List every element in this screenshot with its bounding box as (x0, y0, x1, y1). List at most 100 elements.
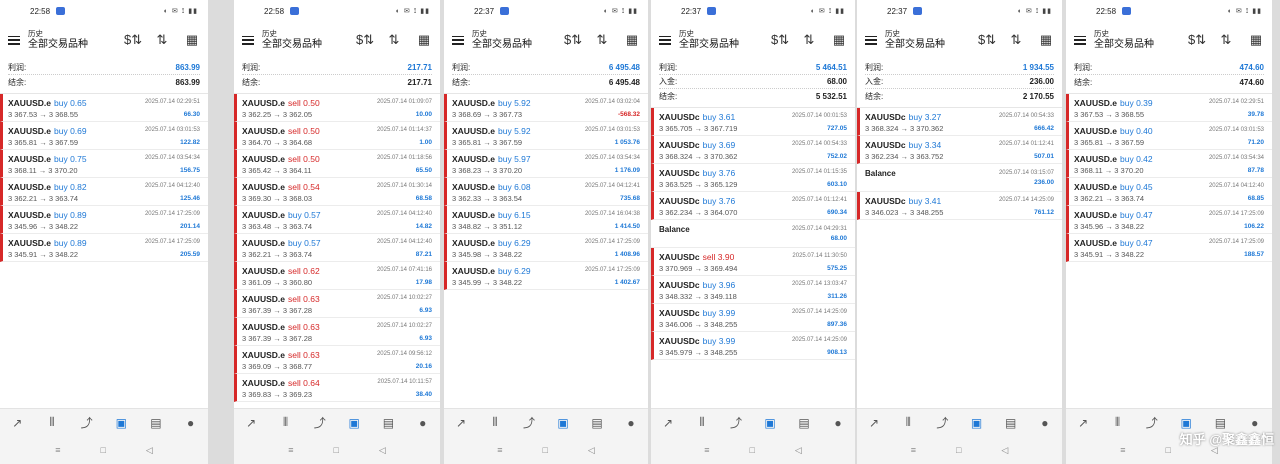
chart-tab-icon[interactable]: ⫴ (899, 415, 917, 430)
trade-row[interactable]: XAUUSDc buy 3.41 2025.07.14 14:25:09 3 346.… (857, 192, 1062, 220)
trade-row[interactable]: XAUUSDc buy 3.27 2025.07.14 00:54:33 3 368.… (857, 108, 1062, 136)
recents-icon[interactable]: ≡ (55, 445, 60, 455)
sort-icon[interactable]: ⇅ (1218, 32, 1234, 48)
chat-tab-icon[interactable]: ● (1246, 416, 1264, 430)
trade-row[interactable]: XAUUSD.e buy 0.69 2025.07.14 03:01:53 3 365… (0, 122, 208, 150)
calendar-icon[interactable]: ▦ (624, 32, 640, 48)
sort-icon[interactable]: ⇅ (801, 32, 817, 48)
sort-icon[interactable]: ⇅ (386, 32, 402, 48)
trade-row[interactable]: XAUUSD.e buy 6.08 2025.07.14 04:12:41 3 362… (444, 178, 648, 206)
sort-icon[interactable]: ⇅ (594, 32, 610, 48)
news-tab-icon[interactable]: ▤ (147, 416, 165, 430)
trade-tab-icon[interactable]: ⤴ (1143, 414, 1161, 431)
trade-row[interactable]: XAUUSDc buy 3.99 2025.07.14 14:25:09 3 345.… (651, 332, 855, 360)
chart-tab-icon[interactable]: ⫴ (693, 415, 711, 430)
quotes-tab-icon[interactable]: ↗ (452, 416, 470, 430)
trade-row[interactable]: XAUUSD.e buy 5.97 2025.07.14 03:54:34 3 368… (444, 150, 648, 178)
trade-row[interactable]: XAUUSD.e sell 0.50 2025.07.14 01:18:56 3 36… (234, 150, 440, 178)
quotes-tab-icon[interactable]: ↗ (1074, 416, 1092, 430)
trade-tab-icon[interactable]: ⤴ (727, 414, 745, 431)
trade-row[interactable]: XAUUSD.e buy 0.65 2025.07.14 02:29:51 3 367… (0, 94, 208, 122)
trade-row[interactable]: XAUUSD.e sell 0.64 2025.07.14 10:11:57 3 36… (234, 374, 440, 402)
calendar-icon[interactable]: ▦ (1038, 32, 1054, 48)
recents-icon[interactable]: ≡ (497, 445, 502, 455)
balance-row[interactable]: Balance 2025.07.14 04:29:31 68.00 (651, 220, 855, 248)
calendar-icon[interactable]: ▦ (184, 32, 200, 48)
trade-row[interactable]: XAUUSDc buy 3.96 2025.07.14 13:03:47 3 348.… (651, 276, 855, 304)
recents-icon[interactable]: ≡ (1120, 445, 1125, 455)
trade-row[interactable]: XAUUSD.e sell 0.62 2025.07.14 07:41:16 3 36… (234, 262, 440, 290)
home-icon[interactable]: □ (749, 445, 754, 455)
chart-tab-icon[interactable]: ⫴ (486, 415, 504, 430)
trade-row[interactable]: XAUUSD.e sell 0.50 2025.07.14 01:09:07 3 36… (234, 94, 440, 122)
currency-sort-icon[interactable]: $⇅ (1188, 32, 1206, 48)
trade-row[interactable]: XAUUSD.e buy 0.47 2025.07.14 17:25:09 3 345… (1066, 206, 1272, 234)
back-icon[interactable]: ◁ (1001, 445, 1008, 456)
trade-row[interactable]: XAUUSDc buy 3.61 2025.07.14 00:01:53 3 365.… (651, 108, 855, 136)
currency-sort-icon[interactable]: $⇅ (771, 32, 789, 48)
trade-row[interactable]: XAUUSD.e buy 0.82 2025.07.14 04:12:40 3 362… (0, 178, 208, 206)
trade-row[interactable]: XAUUSD.e buy 5.92 2025.07.14 03:01:53 3 365… (444, 122, 648, 150)
calendar-icon[interactable]: ▦ (1248, 32, 1264, 48)
quotes-tab-icon[interactable]: ↗ (242, 416, 260, 430)
sort-icon[interactable]: ⇅ (1008, 32, 1024, 48)
menu-icon[interactable] (452, 35, 464, 45)
trade-row[interactable]: XAUUSD.e buy 0.40 2025.07.14 03:01:53 3 365… (1066, 122, 1272, 150)
history-tab-icon[interactable]: ▣ (554, 416, 572, 430)
home-icon[interactable]: □ (333, 445, 338, 455)
back-icon[interactable]: ◁ (146, 445, 153, 456)
history-tab-icon[interactable]: ▣ (1177, 416, 1195, 430)
chart-tab-icon[interactable]: ⫴ (1108, 415, 1126, 430)
chat-tab-icon[interactable]: ● (414, 416, 432, 430)
trade-row[interactable]: XAUUSD.e buy 0.89 2025.07.14 17:25:09 3 345… (0, 206, 208, 234)
chat-tab-icon[interactable]: ● (622, 416, 640, 430)
news-tab-icon[interactable]: ▤ (795, 416, 813, 430)
trade-row[interactable]: XAUUSD.e buy 6.15 2025.07.14 16:04:38 3 348… (444, 206, 648, 234)
sort-icon[interactable]: ⇅ (154, 32, 170, 48)
quotes-tab-icon[interactable]: ↗ (865, 416, 883, 430)
trade-row[interactable]: XAUUSDc buy 3.76 2025.07.14 01:15:35 3 363.… (651, 164, 855, 192)
chat-tab-icon[interactable]: ● (182, 416, 200, 430)
home-icon[interactable]: □ (542, 445, 547, 455)
trade-row[interactable]: XAUUSDc buy 3.34 2025.07.14 01:12:41 3 362.… (857, 136, 1062, 164)
trade-row[interactable]: XAUUSD.e buy 0.57 2025.07.14 04:12:40 3 363… (234, 206, 440, 234)
calendar-icon[interactable]: ▦ (416, 32, 432, 48)
chart-tab-icon[interactable]: ⫴ (43, 415, 61, 430)
back-icon[interactable]: ◁ (795, 445, 802, 456)
trade-row[interactable]: XAUUSD.e buy 0.57 2025.07.14 04:12:40 3 362… (234, 234, 440, 262)
trade-row[interactable]: XAUUSDc sell 3.90 2025.07.14 11:30:50 3 370… (651, 248, 855, 276)
home-icon[interactable]: □ (1165, 445, 1170, 455)
quotes-tab-icon[interactable]: ↗ (8, 416, 26, 430)
trade-row[interactable]: XAUUSD.e sell 0.63 2025.07.14 10:02:27 3 36… (234, 318, 440, 346)
trade-row[interactable]: XAUUSDc buy 3.76 2025.07.14 01:12:41 3 362.… (651, 192, 855, 220)
back-icon[interactable]: ◁ (588, 445, 595, 456)
news-tab-icon[interactable]: ▤ (588, 416, 606, 430)
trade-row[interactable]: XAUUSD.e sell 0.54 2025.07.14 01:30:14 3 36… (234, 178, 440, 206)
menu-icon[interactable] (865, 35, 877, 45)
news-tab-icon[interactable]: ▤ (1211, 416, 1229, 430)
trade-tab-icon[interactable]: ⤴ (933, 414, 951, 431)
currency-sort-icon[interactable]: $⇅ (978, 32, 996, 48)
history-tab-icon[interactable]: ▣ (345, 416, 363, 430)
chat-tab-icon[interactable]: ● (829, 416, 847, 430)
calendar-icon[interactable]: ▦ (831, 32, 847, 48)
menu-icon[interactable] (242, 35, 254, 45)
currency-sort-icon[interactable]: $⇅ (124, 32, 142, 48)
history-tab-icon[interactable]: ▣ (968, 416, 986, 430)
trade-row[interactable]: XAUUSD.e buy 0.89 2025.07.14 17:25:09 3 345… (0, 234, 208, 262)
trade-row[interactable]: XAUUSD.e buy 0.45 2025.07.14 04:12:40 3 362… (1066, 178, 1272, 206)
menu-icon[interactable] (8, 35, 20, 45)
chart-tab-icon[interactable]: ⫴ (276, 415, 294, 430)
currency-sort-icon[interactable]: $⇅ (356, 32, 374, 48)
news-tab-icon[interactable]: ▤ (1002, 416, 1020, 430)
trade-row[interactable]: XAUUSDc buy 3.99 2025.07.14 14:25:09 3 346.… (651, 304, 855, 332)
trade-tab-icon[interactable]: ⤴ (78, 414, 96, 431)
trade-row[interactable]: XAUUSD.e sell 0.63 2025.07.14 09:56:12 3 36… (234, 346, 440, 374)
trade-tab-icon[interactable]: ⤴ (311, 414, 329, 431)
trade-row[interactable]: XAUUSD.e buy 0.75 2025.07.14 03:54:34 3 368… (0, 150, 208, 178)
trade-tab-icon[interactable]: ⤴ (520, 414, 538, 431)
trade-row[interactable]: XAUUSDc buy 3.69 2025.07.14 00:54:33 3 368.… (651, 136, 855, 164)
menu-icon[interactable] (659, 35, 671, 45)
home-icon[interactable]: □ (956, 445, 961, 455)
history-tab-icon[interactable]: ▣ (112, 416, 130, 430)
